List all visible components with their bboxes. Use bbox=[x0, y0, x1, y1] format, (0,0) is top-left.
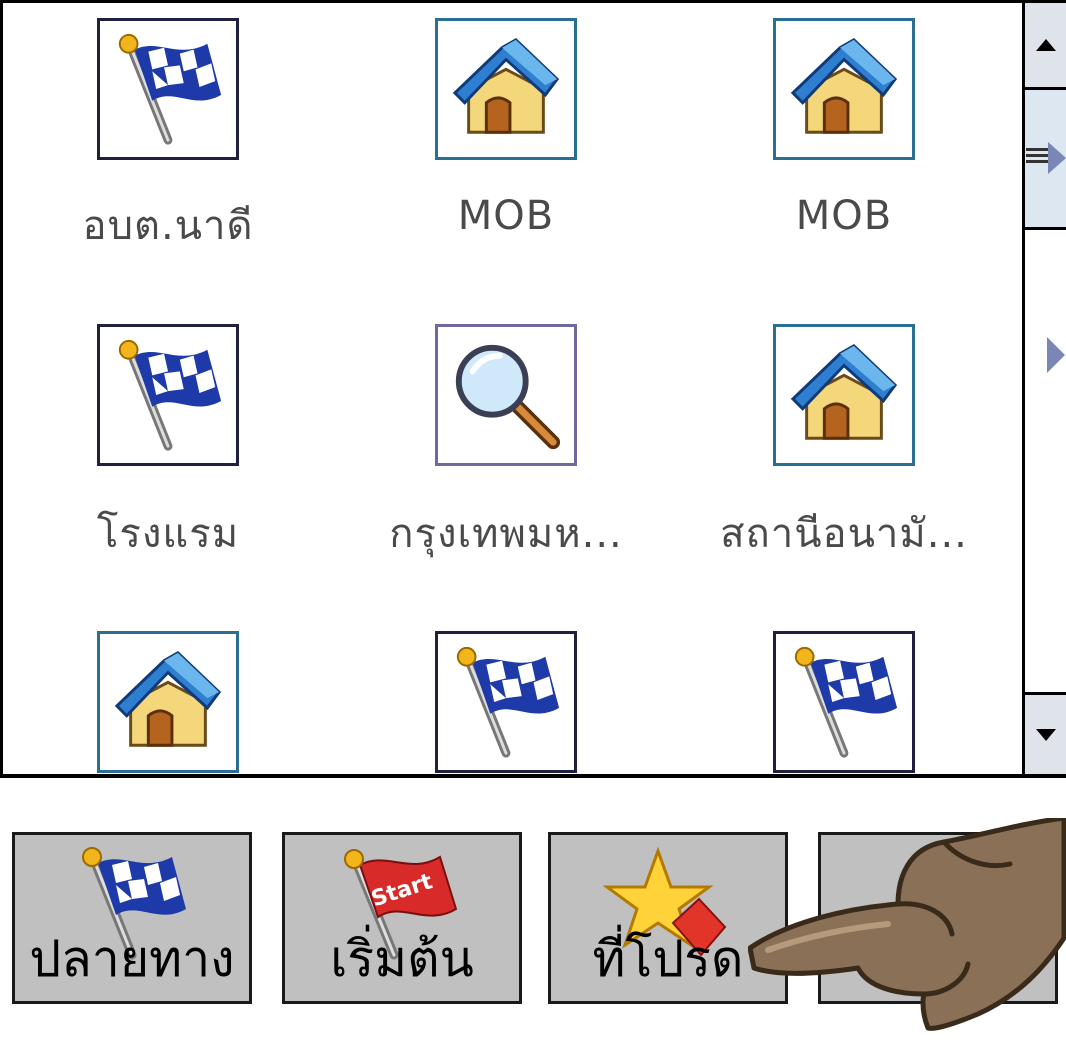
destination-button[interactable]: ปลายทาง bbox=[12, 832, 252, 1004]
grid-item-4[interactable] bbox=[97, 324, 239, 466]
grid-item-7[interactable] bbox=[97, 631, 239, 773]
triangle-up-icon bbox=[1035, 39, 1056, 51]
grid-item-label: โรงแรม bbox=[96, 511, 240, 557]
vertical-scrollbar[interactable] bbox=[1022, 0, 1066, 778]
grid-item-1[interactable] bbox=[97, 18, 239, 160]
page-indicator-icon bbox=[1047, 337, 1065, 373]
start-label: เริ่มต้น bbox=[330, 930, 474, 988]
grid-item-5[interactable] bbox=[435, 324, 577, 466]
scroll-down-button[interactable] bbox=[1025, 692, 1066, 774]
grid-item-label: สถานีอนามั... bbox=[720, 511, 968, 557]
favorites-grid: อบต.นาดี MOB MOB โรงแรม กรุงเทพมห... สถา… bbox=[0, 0, 1022, 778]
grid-item-label: อบต.นาดี bbox=[82, 203, 254, 249]
grid-item-label: MOB bbox=[457, 193, 555, 239]
home-icon bbox=[785, 30, 903, 148]
grid-item-2[interactable] bbox=[435, 18, 577, 160]
grid-item-9[interactable] bbox=[773, 631, 915, 773]
thumb-grip-icon bbox=[1025, 141, 1066, 174]
triangle-down-icon bbox=[1035, 728, 1056, 741]
start-button[interactable]: Start เริ่มต้น bbox=[282, 832, 522, 1004]
grid-item-3[interactable] bbox=[773, 18, 915, 160]
home-icon bbox=[785, 336, 903, 454]
checkered-flag-icon bbox=[447, 643, 565, 761]
destination-label: ปลายทาง bbox=[29, 930, 235, 988]
grid-item-6[interactable] bbox=[773, 324, 915, 466]
scroll-up-button[interactable] bbox=[1025, 0, 1066, 90]
home-icon bbox=[447, 30, 565, 148]
grid-item-label: MOB bbox=[795, 193, 893, 239]
checkered-flag-icon bbox=[109, 336, 227, 454]
checkered-flag-icon bbox=[785, 643, 903, 761]
pointing-hand-icon bbox=[748, 818, 1066, 1031]
checkered-flag-icon bbox=[109, 30, 227, 148]
scroll-thumb[interactable] bbox=[1025, 90, 1066, 230]
grid-item-8[interactable] bbox=[435, 631, 577, 773]
grid-item-label: กรุงเทพมห... bbox=[389, 511, 623, 557]
home-icon bbox=[109, 643, 227, 761]
magnifier-icon bbox=[447, 336, 565, 454]
